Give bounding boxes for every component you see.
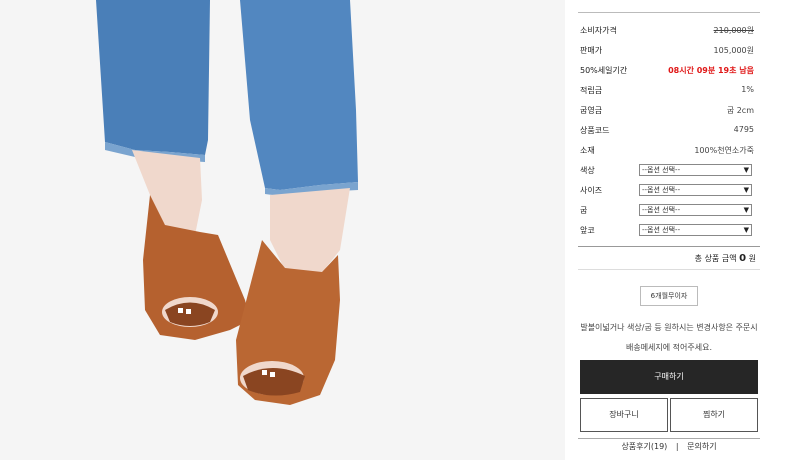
points-row: 적립금 1% bbox=[578, 80, 760, 100]
option-label: 사이즈 bbox=[580, 186, 603, 195]
color-select[interactable]: --옵션 선택-- ▼ bbox=[639, 164, 752, 176]
row-label: 50%세일기간 bbox=[580, 66, 628, 75]
consumer-price-row: 소비자가격 210,000원 bbox=[578, 20, 760, 40]
total-price-section: 총 상품 금액 0 원 bbox=[578, 246, 760, 270]
row-label: 적립금 bbox=[580, 86, 603, 95]
total-price: 총 상품 금액 0 원 bbox=[695, 253, 756, 264]
chevron-down-icon: ▼ bbox=[743, 186, 749, 194]
heel-row: 굽영금 굽 2cm bbox=[578, 100, 760, 120]
option-color-row: 색상 --옵션 선택-- ▼ bbox=[578, 160, 760, 180]
order-notice: 발볼이넓거나 색상/굽 등 원하시는 변경사항은 주문시 배송메세지에 적어주세… bbox=[578, 318, 760, 358]
row-label: 소비자가격 bbox=[580, 26, 617, 35]
row-label: 굽영금 bbox=[580, 106, 603, 115]
row-label: 소재 bbox=[580, 146, 595, 155]
cart-button[interactable]: 장바구니 bbox=[580, 398, 668, 432]
option-heel-row: 굽 --옵션 선택-- ▼ bbox=[578, 200, 760, 220]
buy-button[interactable]: 구매하기 bbox=[580, 360, 758, 394]
select-value: --옵션 선택-- bbox=[642, 166, 681, 174]
notice-line: 발볼이넓거나 색상/굽 등 원하시는 변경사항은 주문시 bbox=[580, 323, 758, 332]
size-select[interactable]: --옵션 선택-- ▼ bbox=[639, 184, 752, 196]
notice-line: 배송메세지에 적어주세요. bbox=[625, 343, 713, 352]
product-photo bbox=[0, 0, 565, 460]
option-size-row: 사이즈 --옵션 선택-- ▼ bbox=[578, 180, 760, 200]
option-label: 굽 bbox=[580, 206, 588, 215]
total-label: 총 상품 금액 bbox=[694, 254, 737, 263]
bottom-links: 상품후기(19) | 문의하기 bbox=[578, 441, 760, 452]
divider bbox=[578, 438, 760, 439]
link-divider: | bbox=[675, 442, 679, 451]
select-value: --옵션 선택-- bbox=[642, 206, 681, 214]
countdown-value: 08시간 09분 19초 남음 bbox=[668, 66, 754, 75]
sale-period-row: 50%세일기간 08시간 09분 19초 남음 bbox=[578, 60, 760, 80]
product-code-value: 4795 bbox=[733, 125, 754, 134]
review-link[interactable]: 상품후기(19) bbox=[621, 442, 667, 451]
chevron-down-icon: ▼ bbox=[743, 226, 749, 234]
heel-value: 굽 2cm bbox=[726, 106, 754, 115]
sale-price-value: 105,000원 bbox=[713, 46, 754, 55]
select-value: --옵션 선택-- bbox=[642, 226, 681, 234]
points-value: 1% bbox=[741, 85, 754, 94]
consumer-price-value: 210,000원 bbox=[713, 26, 754, 35]
row-label: 판매가 bbox=[580, 46, 603, 55]
installment-button[interactable]: 6개월무이자 bbox=[640, 286, 698, 306]
divider bbox=[578, 12, 760, 13]
chevron-down-icon: ▼ bbox=[743, 206, 749, 214]
product-info-panel: 소비자가격 210,000원 판매가 105,000원 50%세일기간 08시간… bbox=[578, 0, 760, 460]
row-label: 상품코드 bbox=[580, 126, 610, 135]
material-value: 100%천연소가죽 bbox=[694, 146, 754, 155]
product-code-row: 상품코드 4795 bbox=[578, 120, 760, 140]
wishlist-button[interactable]: 찜하기 bbox=[670, 398, 758, 432]
material-row: 소재 100%천연소가죽 bbox=[578, 140, 760, 160]
sale-price-row: 판매가 105,000원 bbox=[578, 40, 760, 60]
toe-select[interactable]: --옵션 선택-- ▼ bbox=[639, 224, 752, 236]
qna-link[interactable]: 문의하기 bbox=[687, 442, 716, 451]
total-unit: 원 bbox=[748, 254, 756, 263]
option-toe-row: 앞코 --옵션 선택-- ▼ bbox=[578, 220, 760, 240]
heel-select[interactable]: --옵션 선택-- ▼ bbox=[639, 204, 752, 216]
select-value: --옵션 선택-- bbox=[642, 186, 681, 194]
chevron-down-icon: ▼ bbox=[743, 166, 749, 174]
option-label: 앞코 bbox=[580, 226, 595, 235]
product-photo-graphic bbox=[0, 0, 565, 460]
total-amount: 0 bbox=[739, 253, 747, 264]
option-label: 색상 bbox=[580, 166, 595, 175]
